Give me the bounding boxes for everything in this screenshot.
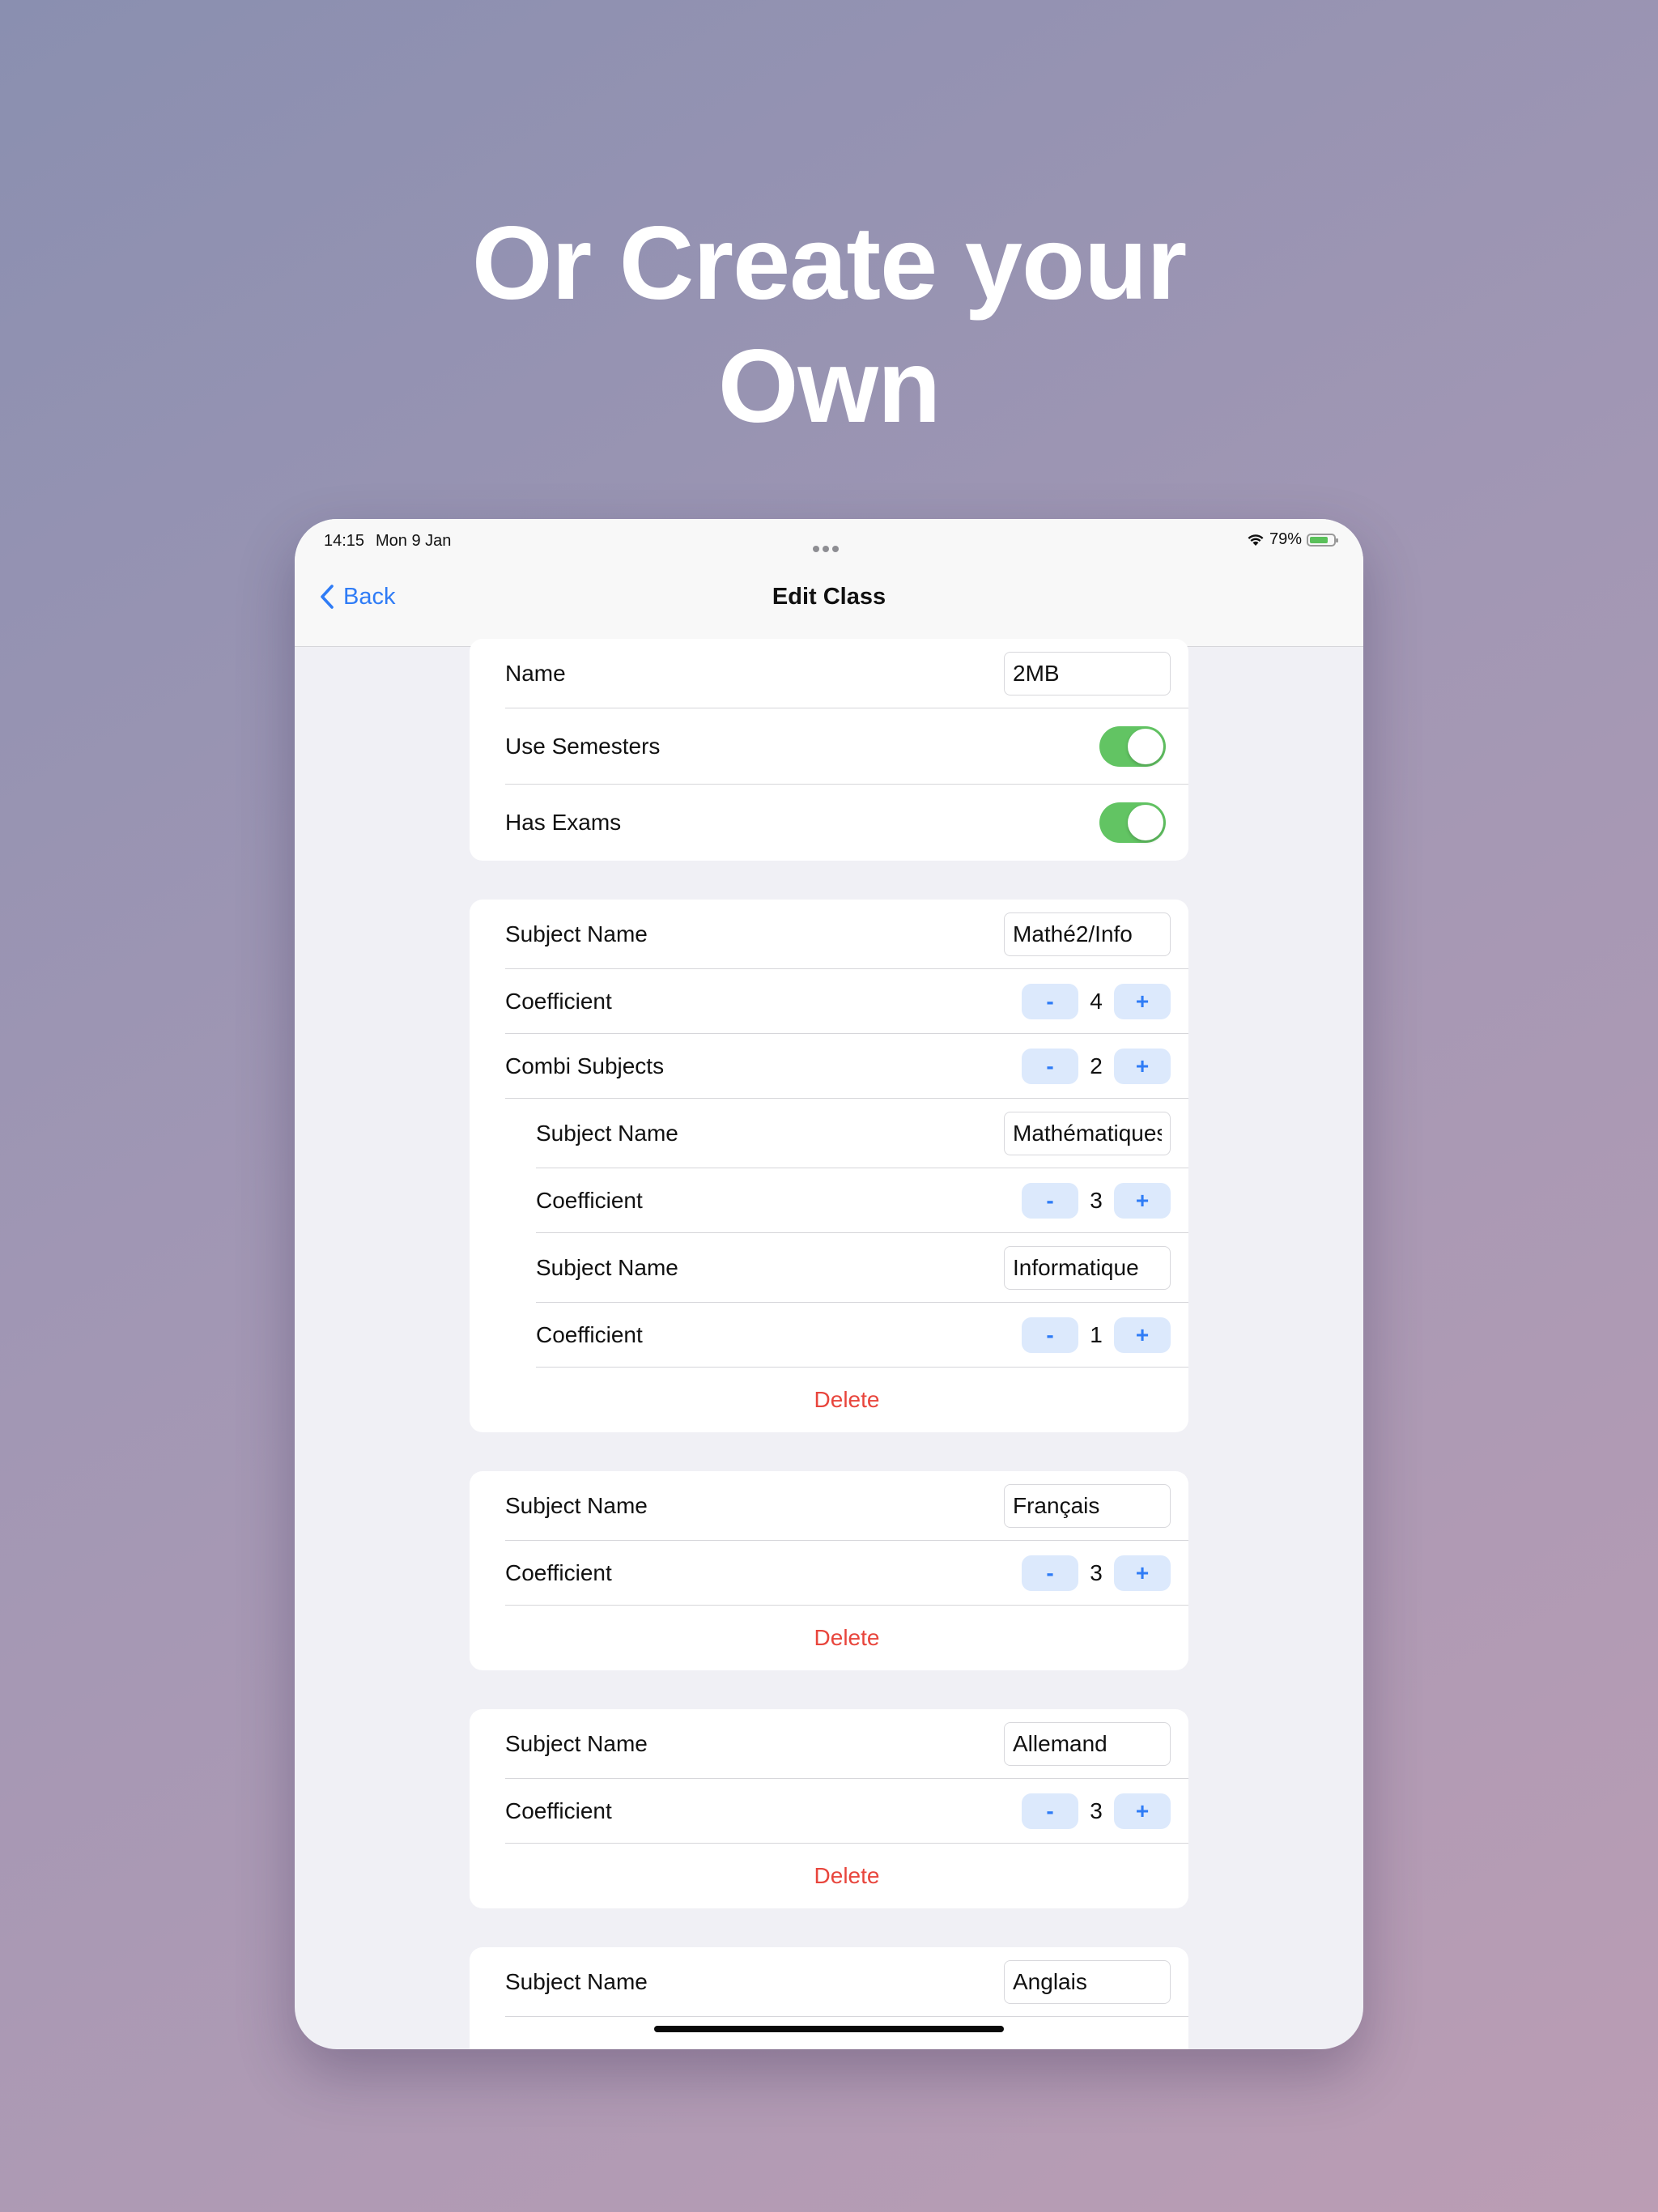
decrement-button[interactable]: -: [1022, 1049, 1078, 1084]
subject-name-label: Subject Name: [505, 1493, 648, 1518]
decrement-button[interactable]: -: [1022, 1555, 1078, 1591]
subject-card-2: Subject Name Coefficient - 3 + Delete: [470, 1471, 1188, 1670]
class-name-field[interactable]: [1004, 652, 1171, 696]
subject-name-row: Subject Name: [470, 1471, 1188, 1541]
wifi-icon: [1248, 534, 1264, 546]
combi-subjects-value: 2: [1090, 1053, 1103, 1078]
battery-percent: 79%: [1269, 530, 1302, 548]
coefficient-value: 1: [1090, 1322, 1103, 1347]
headline-line-2: Own: [717, 329, 941, 445]
decrement-button[interactable]: -: [1022, 1183, 1078, 1219]
subject-card-4: Subject Name: [470, 1947, 1188, 2049]
status-date: Mon 9 Jan: [376, 532, 452, 550]
coefficient-stepper: - 3 +: [1022, 1555, 1171, 1591]
headline-line-1: Or Create your: [471, 206, 1187, 321]
coefficient-value: 3: [1090, 1798, 1103, 1823]
subject-name-row: Subject Name: [470, 1709, 1188, 1779]
subject-card-1: Subject Name Coefficient - 4 + Combi Sub…: [470, 900, 1188, 1432]
increment-button[interactable]: +: [1114, 1555, 1171, 1591]
status-right: 79%: [1247, 530, 1338, 549]
combi-subjects-row: Combi Subjects - 2 +: [470, 1034, 1188, 1099]
coefficient-stepper: - 3 +: [1022, 1183, 1171, 1219]
increment-button[interactable]: +: [1114, 1793, 1171, 1829]
coefficient-row: Coefficient - 3 +: [470, 1779, 1188, 1844]
ipad-screen: 14:15 Mon 9 Jan 79% Back Edit Class Name…: [295, 519, 1363, 2049]
headline: Or Create your Own: [0, 202, 1658, 449]
combi-subject-name-field[interactable]: [1004, 1112, 1171, 1155]
class-settings-card: Name Use Semesters Has Exams: [470, 639, 1188, 861]
coefficient-stepper: - 1 +: [1022, 1317, 1171, 1353]
subject-name-label: Subject Name: [505, 1731, 648, 1756]
combi-coefficient-row: Coefficient - 3 +: [470, 1168, 1188, 1233]
page-title: Edit Class: [772, 583, 886, 610]
status-bar: 14:15 Mon 9 Jan 79%: [295, 519, 1363, 564]
coefficient-row: Coefficient - 4 +: [470, 969, 1188, 1034]
coefficient-row: Coefficient - 3 +: [470, 1541, 1188, 1606]
decrement-button[interactable]: -: [1022, 984, 1078, 1019]
combi-subject-name-row: Subject Name: [470, 1099, 1188, 1168]
name-row: Name: [470, 639, 1188, 708]
coefficient-value: 4: [1090, 989, 1103, 1014]
combi-subjects-stepper: - 2 +: [1022, 1049, 1171, 1084]
use-semesters-label: Use Semesters: [505, 734, 661, 759]
status-time: 14:15: [324, 532, 365, 550]
subject-card-3: Subject Name Coefficient - 3 + Delete: [470, 1709, 1188, 1908]
home-indicator[interactable]: [654, 2026, 1004, 2032]
subject-name-field[interactable]: [1004, 1722, 1171, 1766]
coefficient-label: Coefficient: [505, 989, 612, 1014]
coefficient-label: Coefficient: [505, 1560, 612, 1585]
subject-name-field[interactable]: [1004, 912, 1171, 956]
coefficient-stepper: - 3 +: [1022, 1793, 1171, 1829]
battery-icon: [1307, 533, 1338, 547]
coefficient-label: Coefficient: [505, 1798, 612, 1823]
name-label: Name: [505, 661, 566, 686]
has-exams-row: Has Exams: [470, 785, 1188, 861]
subject-name-row: Subject Name: [470, 900, 1188, 969]
coefficient-value: 3: [1090, 1560, 1103, 1585]
coefficient-value: 3: [1090, 1188, 1103, 1213]
subject-name-row: Subject Name: [470, 1947, 1188, 2017]
subject-name-field[interactable]: [1004, 1960, 1171, 2004]
delete-subject-button[interactable]: Delete: [470, 1844, 1188, 1908]
subject-name-field[interactable]: [1004, 1484, 1171, 1528]
combi-subject-name-row: Subject Name: [470, 1233, 1188, 1303]
navigation-bar: Back Edit Class: [295, 564, 1363, 647]
increment-button[interactable]: +: [1114, 1183, 1171, 1219]
subject-name-label: Subject Name: [505, 921, 648, 946]
subject-name-label: Subject Name: [536, 1255, 678, 1280]
delete-subject-button[interactable]: Delete: [470, 1368, 1188, 1432]
increment-button[interactable]: +: [1114, 984, 1171, 1019]
decrement-button[interactable]: -: [1022, 1317, 1078, 1353]
battery-level: [1310, 536, 1328, 543]
coefficient-stepper: - 4 +: [1022, 984, 1171, 1019]
multitasking-dots-icon[interactable]: [813, 538, 842, 557]
subject-name-label: Subject Name: [505, 1969, 648, 1994]
use-semesters-row: Use Semesters: [470, 708, 1188, 785]
delete-subject-button[interactable]: Delete: [470, 1606, 1188, 1670]
increment-button[interactable]: +: [1114, 1317, 1171, 1353]
coefficient-label: Coefficient: [536, 1322, 643, 1347]
coefficient-label: Coefficient: [536, 1188, 643, 1213]
increment-button[interactable]: +: [1114, 1049, 1171, 1084]
combi-coefficient-row: Coefficient - 1 +: [470, 1303, 1188, 1368]
use-semesters-toggle[interactable]: [1099, 726, 1166, 767]
has-exams-label: Has Exams: [505, 810, 622, 835]
combi-subjects-label: Combi Subjects: [505, 1053, 665, 1078]
combi-subject-name-field[interactable]: [1004, 1246, 1171, 1290]
has-exams-toggle[interactable]: [1099, 802, 1166, 843]
decrement-button[interactable]: -: [1022, 1793, 1078, 1829]
subject-name-label: Subject Name: [536, 1121, 678, 1146]
